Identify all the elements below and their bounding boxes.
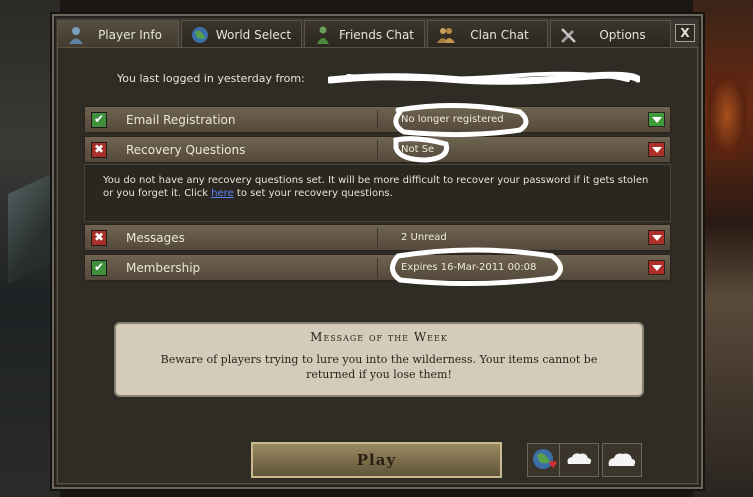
message-of-the-week: Message of the Week Beware of players tr…	[114, 322, 644, 397]
scribble-circle	[393, 102, 529, 163]
play-button[interactable]: Play	[251, 442, 502, 478]
close-button[interactable]: X	[675, 24, 695, 42]
tab-options[interactable]: Options	[550, 20, 671, 48]
info-text-end: to set your recovery questions.	[233, 188, 393, 199]
cloud-icon	[567, 453, 592, 464]
row-label: Recovery Questions	[126, 143, 246, 157]
tab-friends-chat[interactable]: Friends Chat	[304, 20, 425, 48]
tab-player-info[interactable]: Player Info	[57, 20, 179, 49]
tab-label: Player Info	[98, 28, 162, 42]
row-label: Messages	[126, 231, 185, 245]
chevron-down-icon[interactable]	[648, 230, 665, 245]
cloud-button[interactable]	[559, 443, 599, 477]
email-registration-row[interactable]: ✔ Email Registration No longer registere…	[84, 106, 671, 133]
checkmark-icon: ✔	[91, 260, 107, 276]
cloud-button-2[interactable]	[602, 443, 642, 477]
row-label: Membership	[126, 261, 201, 275]
recovery-questions-row[interactable]: ✖ Recovery Questions Not Se	[84, 136, 671, 163]
motw-body: Beware of players trying to lure you int…	[160, 353, 598, 381]
globe-icon	[192, 27, 208, 43]
recovery-info-box: You do not have any recovery questions s…	[84, 164, 671, 222]
chevron-down-icon[interactable]	[648, 112, 665, 127]
tab-clan-chat[interactable]: Clan Chat	[427, 20, 548, 48]
divider	[377, 258, 378, 277]
cross-icon: ✖	[91, 142, 107, 158]
background-scenery-left	[0, 0, 60, 497]
checkmark-icon: ✔	[91, 112, 107, 128]
tab-world-select[interactable]: World Select	[181, 20, 302, 48]
row-label: Email Registration	[126, 113, 236, 127]
divider	[377, 110, 378, 129]
cloud-icon	[608, 453, 636, 466]
chevron-down-icon[interactable]	[648, 142, 665, 157]
player-icon	[69, 27, 83, 44]
friends-icon	[317, 26, 329, 44]
last-login-text: You last logged in yesterday from:	[117, 72, 305, 85]
motw-title: Message of the Week	[310, 330, 448, 344]
divider	[377, 140, 378, 159]
tab-label: Clan Chat	[470, 27, 529, 42]
membership-row[interactable]: ✔ Membership Expires 16-Mar-2011 00:08	[84, 254, 671, 281]
tab-bar: Player Info World Select Friends Chat Cl…	[57, 20, 671, 49]
divider	[377, 228, 378, 247]
recovery-here-link[interactable]: here	[211, 188, 234, 199]
messages-row[interactable]: ✖ Messages 2 Unread	[84, 224, 671, 251]
redaction-scribble	[328, 71, 640, 85]
row-value: 2 Unread	[401, 232, 447, 243]
clan-icon	[437, 28, 455, 43]
tools-icon	[560, 28, 576, 44]
cross-icon: ✖	[91, 230, 107, 246]
tab-label: Options	[599, 27, 646, 42]
chevron-down-icon[interactable]	[648, 260, 665, 275]
scribble-circle	[390, 247, 563, 287]
